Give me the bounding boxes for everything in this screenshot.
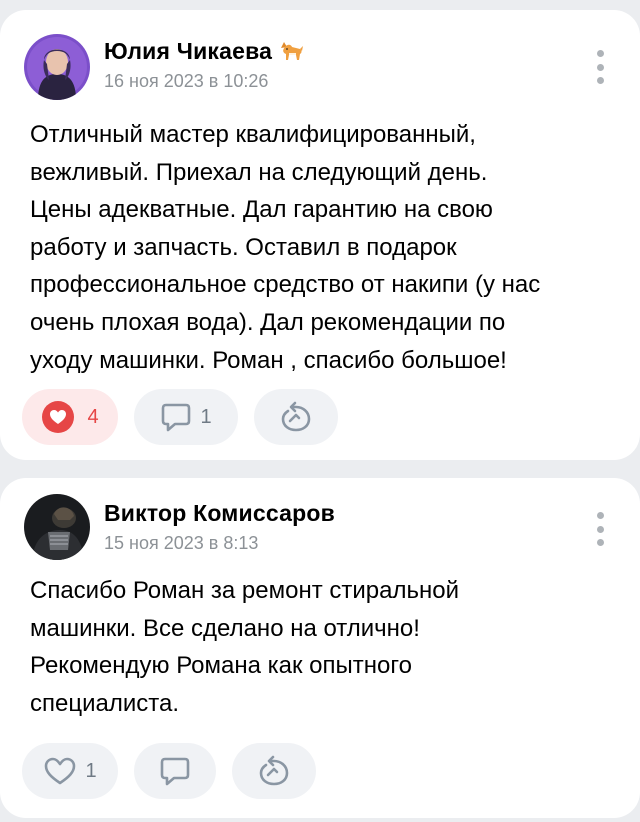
comment-button[interactable]: 1 xyxy=(134,389,238,445)
review-post: Виктор Комиссаров 15 ноя 2023 в 8:13 Спа… xyxy=(0,478,640,818)
heart-icon xyxy=(43,756,77,786)
share-icon xyxy=(279,401,313,433)
post-actions: 1 xyxy=(22,743,332,799)
comment-count: 1 xyxy=(200,405,212,428)
post-date: 16 ноя 2023 в 10:26 xyxy=(104,71,269,91)
like-count: 1 xyxy=(85,759,97,782)
comment-icon xyxy=(159,756,191,786)
share-icon xyxy=(257,755,291,787)
like-count: 4 xyxy=(87,405,99,428)
like-button[interactable]: 1 xyxy=(22,743,118,799)
share-button[interactable] xyxy=(254,389,338,445)
author-name-text: Виктор Комиссаров xyxy=(104,500,335,526)
review-text: Спасибо Роман за ремонт стиральной машин… xyxy=(30,577,459,717)
like-button[interactable]: 4 xyxy=(22,389,118,445)
dog-icon xyxy=(278,40,304,64)
comment-button[interactable] xyxy=(134,743,216,799)
avatar[interactable] xyxy=(24,494,90,560)
comment-icon xyxy=(160,402,192,432)
review-post: Юлия Чикаева 16 ноя 2023 в 10:26 Отличны… xyxy=(0,10,640,460)
review-text: Отличный мастер квалифицированный, вежли… xyxy=(30,121,541,374)
author-name[interactable]: Виктор Комиссаров xyxy=(104,500,335,527)
post-date: 15 ноя 2023 в 8:13 xyxy=(104,533,259,553)
share-button[interactable] xyxy=(232,743,316,799)
avatar[interactable] xyxy=(24,34,90,100)
more-options-icon[interactable] xyxy=(594,512,606,546)
post-actions: 4 1 xyxy=(22,389,354,445)
heart-filled-icon xyxy=(41,400,79,434)
review-feed: Юлия Чикаева 16 ноя 2023 в 10:26 Отличны… xyxy=(0,0,640,822)
more-options-icon[interactable] xyxy=(594,50,606,84)
author-name-text: Юлия Чикаева xyxy=(104,38,273,64)
author-name[interactable]: Юлия Чикаева xyxy=(104,38,304,65)
